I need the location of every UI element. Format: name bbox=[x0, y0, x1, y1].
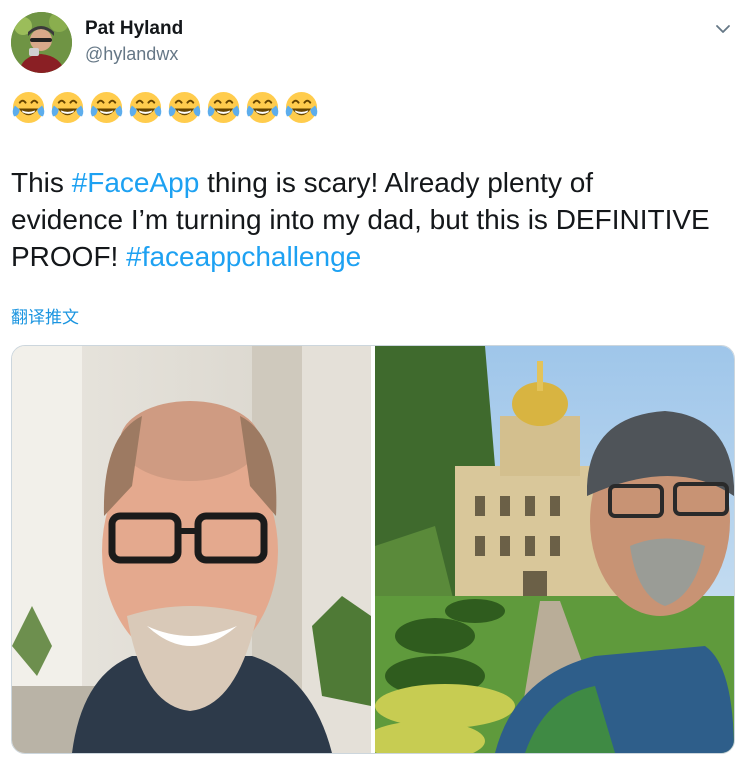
author-name[interactable]: Pat Hyland bbox=[85, 18, 183, 40]
translate-tweet-link[interactable]: 翻译推文 bbox=[11, 303, 79, 328]
photo-left[interactable] bbox=[12, 346, 371, 753]
chevron-down-icon[interactable] bbox=[712, 18, 734, 40]
emoji-row bbox=[11, 90, 319, 130]
tweet-text-segment: This bbox=[11, 167, 72, 198]
media-grid bbox=[11, 345, 735, 754]
face-with-tears-of-joy-icon bbox=[50, 90, 85, 125]
face-with-tears-of-joy-icon bbox=[128, 90, 163, 125]
photo-right[interactable] bbox=[375, 346, 734, 753]
hashtag-link[interactable]: #FaceApp bbox=[72, 167, 200, 198]
avatar[interactable] bbox=[11, 12, 72, 73]
author-handle[interactable]: @hylandwx bbox=[85, 44, 178, 65]
face-with-tears-of-joy-icon bbox=[167, 90, 202, 125]
face-with-tears-of-joy-icon bbox=[11, 90, 46, 125]
face-with-tears-of-joy-icon bbox=[89, 90, 124, 125]
hashtag-link[interactable]: #faceappchallenge bbox=[126, 241, 361, 272]
face-with-tears-of-joy-icon bbox=[206, 90, 241, 125]
face-with-tears-of-joy-icon bbox=[245, 90, 280, 125]
face-with-tears-of-joy-icon bbox=[284, 90, 319, 125]
tweet-text: This #FaceApp thing is scary! Already pl… bbox=[11, 164, 711, 275]
